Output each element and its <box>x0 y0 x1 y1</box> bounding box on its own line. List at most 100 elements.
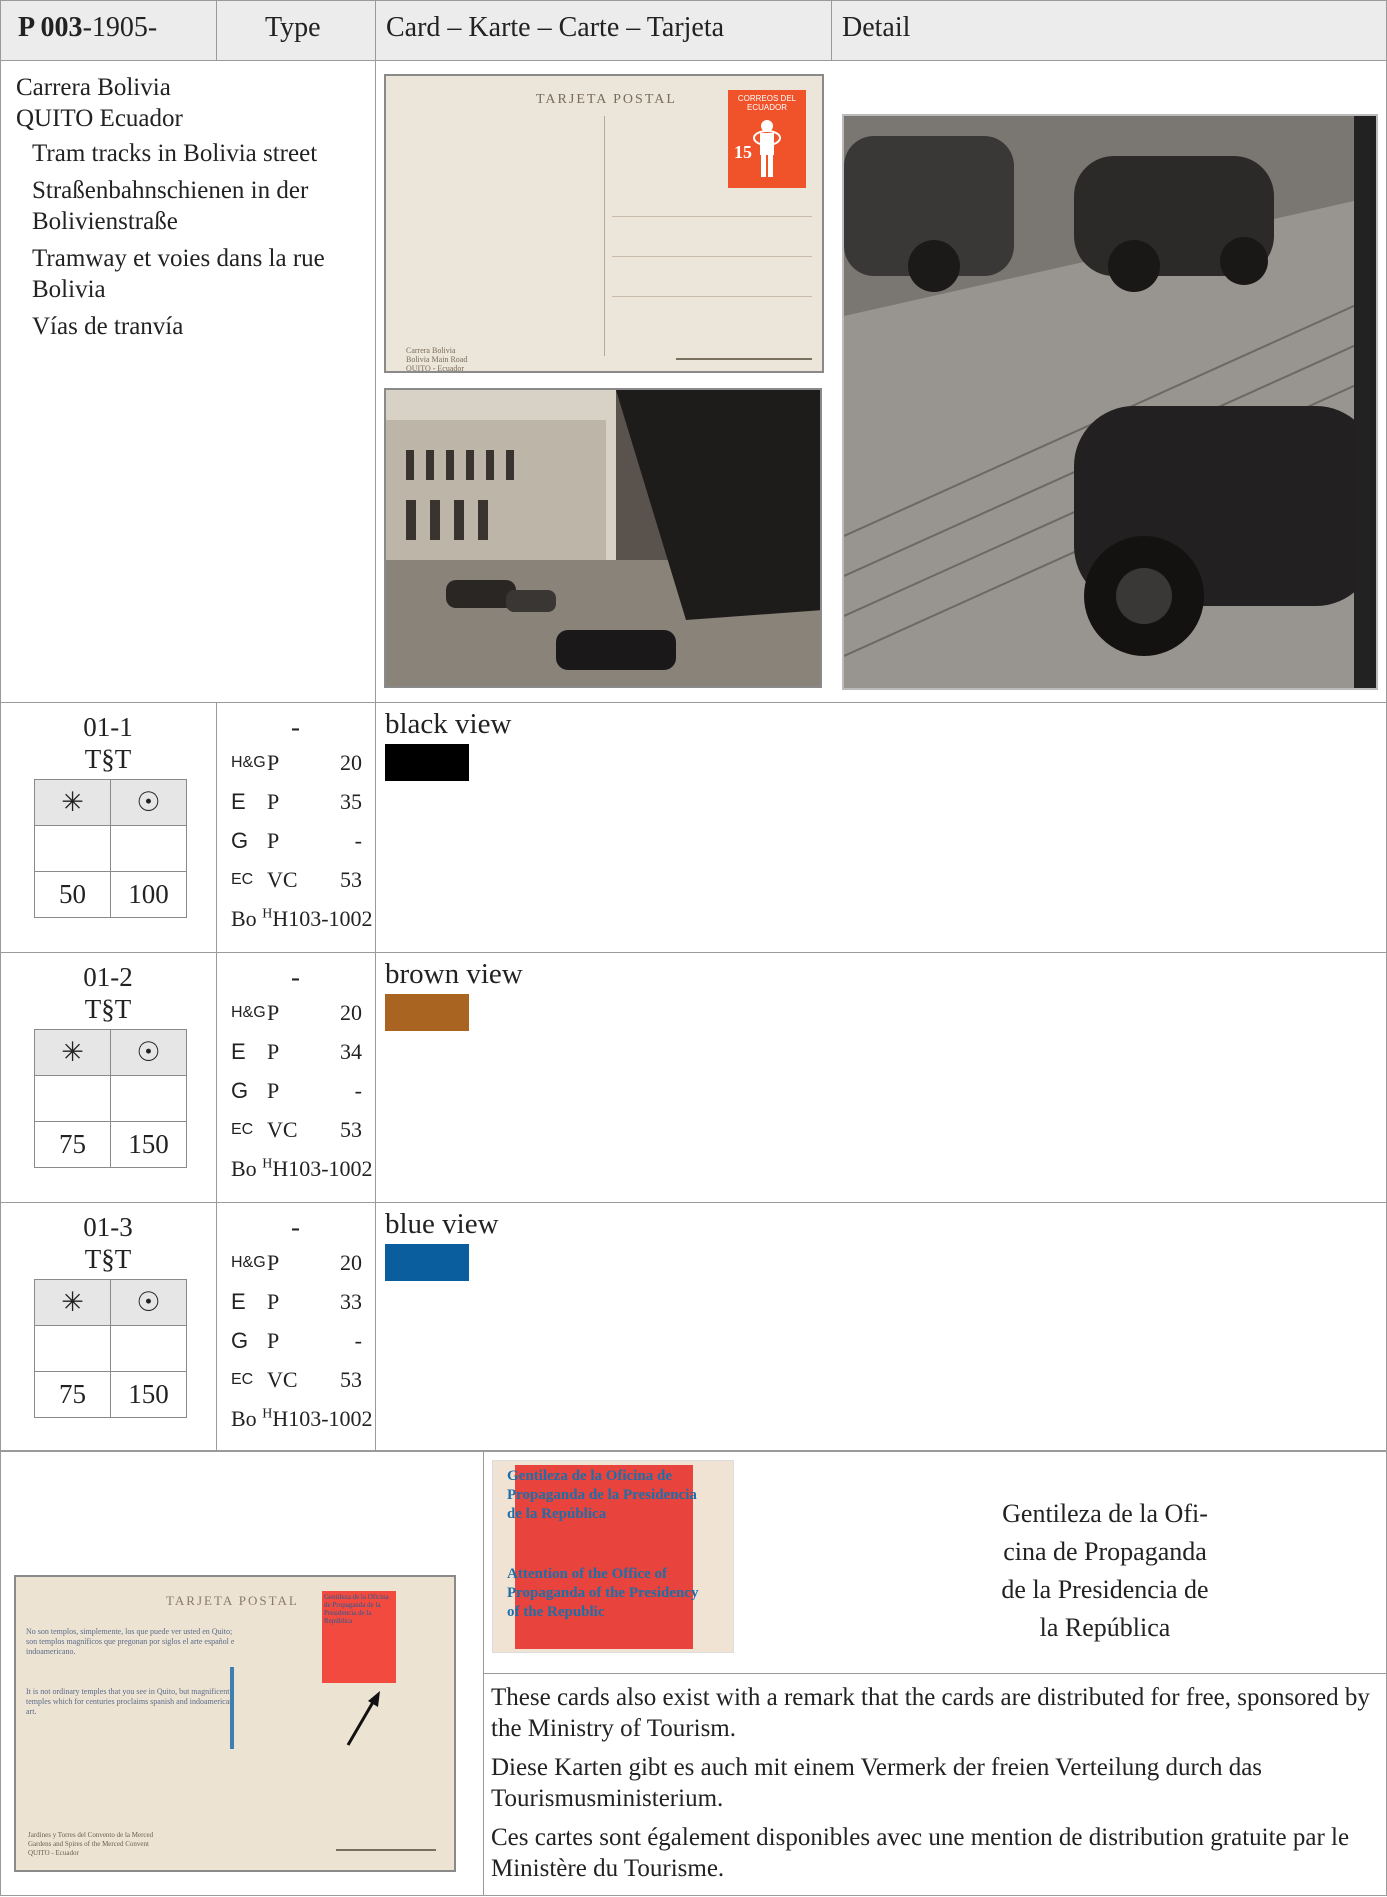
printer-mark: T§T <box>84 1244 132 1274</box>
card-back-image: TARJETA POSTAL No son templos, simplemen… <box>14 1575 456 1872</box>
back-text-en: It is not ordinary temples that you see … <box>26 1687 234 1716</box>
desc-en: Tram tracks in Bolivia street <box>32 140 318 167</box>
desc-title-2: QUITO Ecuador <box>16 105 183 132</box>
printer-mark: T§T <box>84 994 132 1024</box>
ref-source: H&G <box>231 1254 266 1271</box>
ref-type: VC <box>267 867 298 892</box>
catalog-number: P 003-1905- <box>18 12 158 43</box>
description: Carrera Bolivia QUITO Ecuador Tram track… <box>16 72 366 342</box>
overprint-detail-image: Gentileza de la Oficina de Propaganda de… <box>492 1460 734 1653</box>
ref-type: P <box>267 1000 280 1025</box>
overprint-en-text: Attention of the Office of Propaganda of… <box>507 1566 699 1620</box>
ref-source: E <box>231 1039 246 1064</box>
col-type-header: Type <box>265 12 321 43</box>
ref-type: P <box>267 789 280 814</box>
ref-number: 20 <box>340 1250 362 1275</box>
mint-price: 50 <box>34 871 111 918</box>
ref-source: G <box>231 1328 249 1353</box>
gentileza-line-1: Gentileza de la Ofi- <box>1002 1499 1208 1528</box>
detail-image <box>842 114 1378 690</box>
overprint-stamp-small: Gentileza de la Oficina de Propaganda de… <box>322 1591 396 1683</box>
desc-title-1: Carrera Bolivia <box>16 74 171 101</box>
empty-cell <box>110 1075 187 1122</box>
ref-source: H&G <box>231 1004 266 1021</box>
desc-de: Straßenbahnschienen in der Bolivienstraß… <box>32 177 309 235</box>
desc-es: Vías de tranvía <box>32 313 184 340</box>
used-header-icon: ☉ <box>110 1029 187 1076</box>
mint-price: 75 <box>34 1121 111 1168</box>
color-swatch <box>385 1244 469 1281</box>
mint-header-icon: ✳ <box>34 779 111 826</box>
col-card-header: Card – Karte – Carte – Tarjeta <box>386 12 725 43</box>
ref-type: P <box>267 1250 280 1275</box>
ref-source: E <box>231 1289 246 1314</box>
ref-source: E <box>231 789 246 814</box>
type-value: - <box>291 962 300 992</box>
ref-type: P <box>267 1039 280 1064</box>
ref-source: EC <box>231 871 254 888</box>
ref-type: P <box>267 1328 280 1353</box>
color-label: brown view <box>385 958 523 990</box>
variant-id: 01-2 <box>83 962 133 992</box>
ref-number: - <box>354 828 362 853</box>
ref-type: VC <box>267 1367 298 1392</box>
mint-header-icon: ✳ <box>34 1029 111 1076</box>
color-label: black view <box>385 708 512 740</box>
mint-header-icon: ✳ <box>34 1279 111 1326</box>
ref-source: EC <box>231 1121 254 1138</box>
footer-notes: These cards also exist with a remark tha… <box>491 1682 1371 1892</box>
ref-type: P <box>267 1078 280 1103</box>
empty-cell <box>110 825 187 872</box>
ref-bo: Bo HH103-1002 <box>231 906 373 931</box>
ref-type: P <box>267 828 280 853</box>
ref-source: EC <box>231 1371 254 1388</box>
ref-number: 53 <box>340 1367 362 1392</box>
variant-id: 01-1 <box>83 712 133 742</box>
empty-cell <box>34 1325 111 1372</box>
ref-number: - <box>354 1328 362 1353</box>
color-swatch <box>385 744 469 781</box>
overprint-es-text: Gentileza de la Oficina de Propaganda de… <box>507 1468 697 1522</box>
used-price: 150 <box>110 1121 187 1168</box>
gentileza-line-2: cina de Propaganda <box>1003 1537 1207 1566</box>
ref-number: 53 <box>340 867 362 892</box>
ref-number: 33 <box>340 1289 362 1314</box>
ref-type: VC <box>267 1117 298 1142</box>
col-detail-header: Detail <box>842 12 911 43</box>
card-heading: TARJETA POSTAL <box>536 92 677 107</box>
used-header-icon: ☉ <box>110 1279 187 1326</box>
color-swatch <box>385 994 469 1031</box>
type-value: - <box>291 712 300 742</box>
ref-number: 20 <box>340 1000 362 1025</box>
gentileza-text: Gentileza de la Ofi- cina de Propaganda … <box>955 1495 1255 1647</box>
ref-number: 53 <box>340 1117 362 1142</box>
variant-id: 01-3 <box>83 1212 133 1242</box>
note-fr: Ces cartes sont également disponibles av… <box>491 1824 1350 1882</box>
note-en: These cards also exist with a remark tha… <box>491 1684 1370 1742</box>
ref-bo: Bo HH103-1002 <box>231 1156 373 1181</box>
ref-source: G <box>231 828 249 853</box>
card-caption: Carrera Bolivia Bolivia Main Road QUITO … <box>406 346 468 373</box>
ref-source: G <box>231 1078 249 1103</box>
ref-source: H&G <box>231 754 266 771</box>
stamp-text: CORREOS DEL ECUADOR <box>737 94 797 112</box>
stamp-value: 15 <box>734 142 752 162</box>
type-value: - <box>291 1212 300 1242</box>
printer-mark: T§T <box>84 744 132 774</box>
used-price: 150 <box>110 1371 187 1418</box>
gentileza-line-3: de la Presidencia de <box>1001 1575 1209 1604</box>
ref-number: 20 <box>340 750 362 775</box>
ref-type: P <box>267 1289 280 1314</box>
back-caption: Jardines y Torres del Convento de la Mer… <box>28 1831 154 1857</box>
used-price: 100 <box>110 871 187 918</box>
street-view-photo <box>384 388 822 688</box>
empty-cell <box>34 825 111 872</box>
back-text-es: No son templos, simplemente, los que pue… <box>26 1627 235 1656</box>
card-front-image: TARJETA POSTAL CORREOS DEL ECUADOR 15 Ca… <box>384 74 824 373</box>
note-de: Diese Karten gibt es auch mit einem Verm… <box>491 1754 1263 1812</box>
empty-cell <box>34 1075 111 1122</box>
arrow-icon <box>346 1691 380 1746</box>
color-label: blue view <box>385 1208 499 1240</box>
small-overprint-text: Gentileza de la Oficina de Propaganda de… <box>324 1593 389 1625</box>
used-header-icon: ☉ <box>110 779 187 826</box>
